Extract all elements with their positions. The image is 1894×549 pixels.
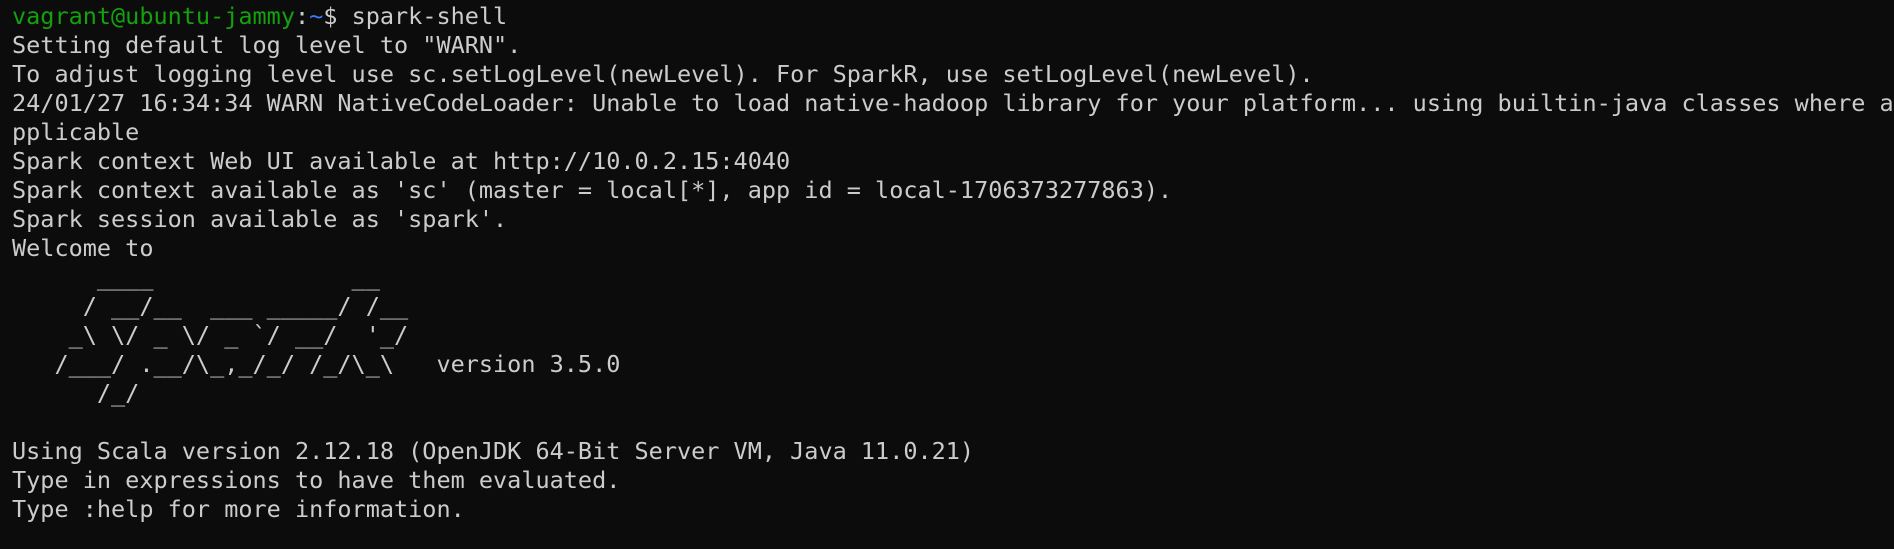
prompt-user-host: vagrant@ubuntu-jammy: [12, 2, 295, 30]
output-scala-version: Using Scala version 2.12.18 (OpenJDK 64-…: [12, 437, 975, 465]
spark-logo-line-4: /___/ .__/\_,_/_/ /_/\_\ version 3.5.0: [12, 350, 621, 378]
spark-logo-line-1: ____ __: [12, 263, 380, 291]
spark-logo-line-2: / __/__ ___ _____/ /__: [12, 292, 409, 320]
terminal-window[interactable]: vagrant@ubuntu-jammy:~$ spark-shell Sett…: [0, 0, 1894, 549]
prompt-symbol: $: [323, 2, 352, 30]
output-adjust-logging: To adjust logging level use sc.setLogLev…: [12, 60, 1314, 88]
output-welcome: Welcome to: [12, 234, 154, 262]
output-type-help: Type :help for more information.: [12, 495, 465, 523]
output-web-ui: Spark context Web UI available at http:/…: [12, 147, 791, 175]
output-context: Spark context available as 'sc' (master …: [12, 176, 1173, 204]
prompt-path: ~: [309, 2, 324, 30]
output-log-level: Setting default log level to "WARN".: [12, 31, 522, 59]
output-warn-line-1: 24/01/27 16:34:34 WARN NativeCodeLoader:…: [12, 89, 1894, 117]
spark-logo-line-5: /_/: [12, 379, 140, 407]
command-text: spark-shell: [351, 2, 508, 30]
prompt-separator: :: [294, 2, 310, 30]
output-session: Spark session available as 'spark'.: [12, 205, 508, 233]
prompt-line: vagrant@ubuntu-jammy:~$ spark-shell: [12, 2, 1894, 31]
spark-logo-line-3: _\ \/ _ \/ _ `/ __/ '_/: [12, 321, 409, 349]
output-type-expressions: Type in expressions to have them evaluat…: [12, 466, 621, 494]
output-warn-line-2: pplicable: [12, 118, 140, 146]
